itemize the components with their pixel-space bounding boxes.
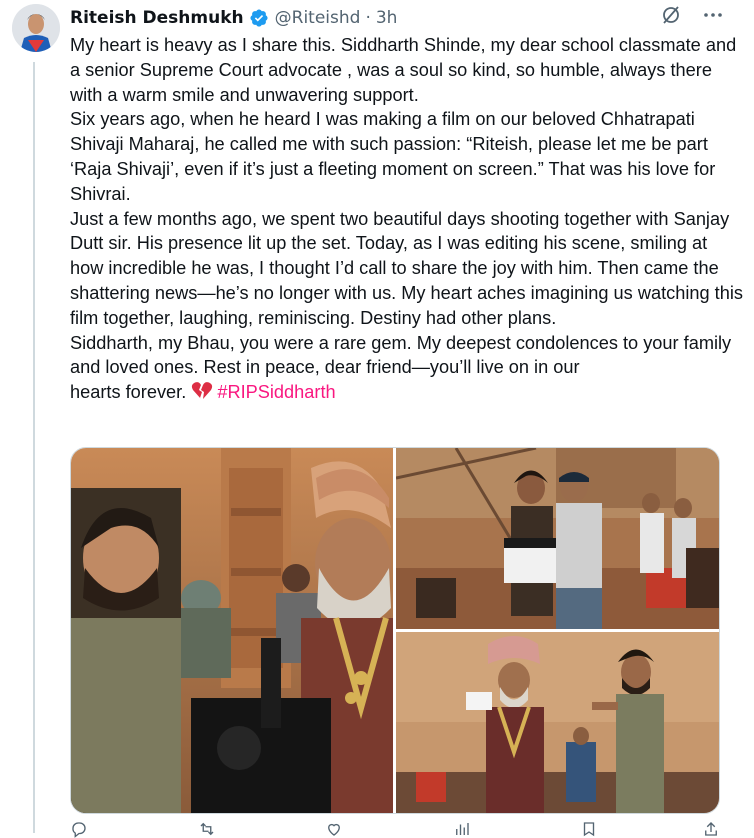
tweet-actions	[70, 822, 720, 838]
tweet-paragraph: Siddharth, my Bhau, you were a rare gem.…	[70, 332, 732, 378]
photo-directing-scene[interactable]	[396, 632, 719, 813]
reply-button[interactable]	[70, 822, 94, 838]
verified-badge-icon	[249, 8, 269, 28]
photo-costume-scene[interactable]	[71, 448, 393, 813]
photo-set-clapperboard[interactable]	[396, 448, 719, 629]
views-button[interactable]	[453, 822, 477, 836]
media-grid	[70, 447, 720, 814]
share-icon	[705, 822, 717, 836]
handle[interactable]: @Riteishd	[275, 8, 361, 28]
like-icon	[328, 823, 341, 836]
tweet-paragraph: Six years ago, when he heard I was makin…	[70, 109, 716, 204]
views-icon	[455, 823, 469, 835]
grok-slash-icon[interactable]	[660, 4, 682, 26]
tweet-header: Riteish Deshmukh @Riteishd · 3h	[70, 6, 750, 30]
more-options-icon[interactable]	[702, 4, 724, 26]
bookmark-icon	[584, 822, 595, 837]
repost-button[interactable]	[198, 822, 222, 836]
tweet-last-line: hearts forever. #RIPSiddharth	[70, 380, 744, 405]
tweet-last-line-text: hearts forever.	[70, 382, 187, 403]
tweet-text: My heart is heavy as I share this. Siddh…	[70, 33, 744, 405]
share-button[interactable]	[702, 822, 720, 836]
tweet-paragraph: My heart is heavy as I share this. Siddh…	[70, 35, 737, 105]
like-button[interactable]	[325, 822, 349, 836]
reply-icon	[72, 822, 86, 838]
timestamp[interactable]: 3h	[376, 8, 398, 28]
thread-line	[33, 62, 35, 833]
avatar[interactable]	[12, 4, 60, 52]
header-actions	[660, 4, 724, 26]
separator-dot: ·	[365, 8, 371, 28]
bookmark-button[interactable]	[580, 822, 598, 837]
broken-heart-icon	[191, 381, 213, 401]
tweet-paragraph: Just a few months ago, we spent two beau…	[70, 208, 743, 328]
hashtag-link[interactable]: #RIPSiddharth	[217, 382, 335, 402]
display-name[interactable]: Riteish Deshmukh	[70, 8, 244, 28]
repost-icon	[200, 822, 214, 836]
